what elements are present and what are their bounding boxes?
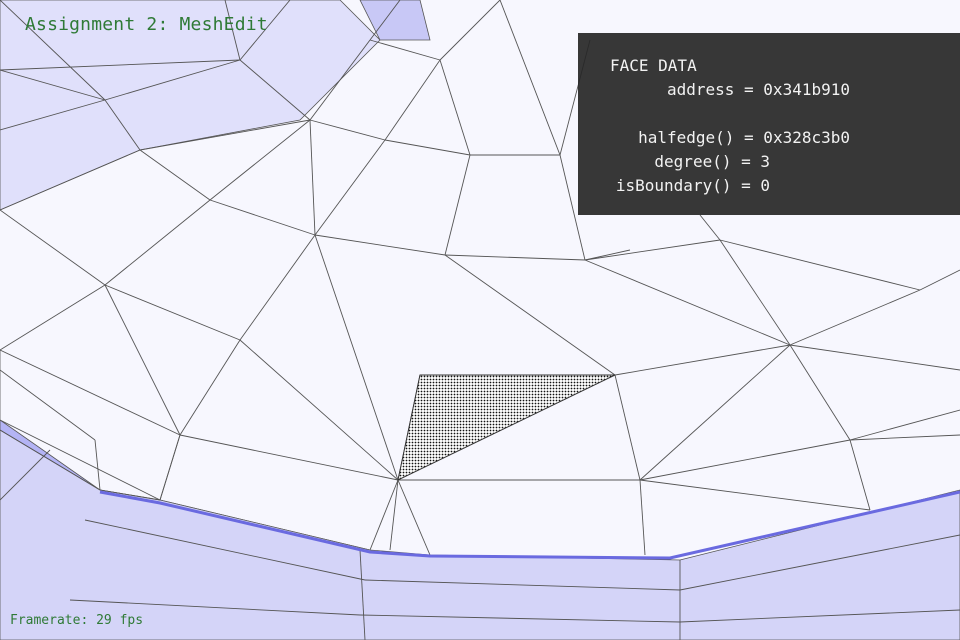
framerate-readout: Framerate: 29 fps [10, 613, 144, 628]
face-halfedge-row: halfedge() = 0x328c3b0 [638, 128, 850, 147]
face-data-panel: FACE DATA address = 0x341b910 halfedge()… [578, 33, 960, 215]
face-data-heading: FACE DATA [610, 56, 697, 75]
face-address-row: address = 0x341b910 [666, 80, 850, 99]
face-isboundary-row: isBoundary() = 0 [615, 176, 770, 195]
face-degree-row: degree() = 3 [654, 152, 770, 171]
app-title: Assignment 2: MeshEdit [25, 14, 268, 35]
face-blank-row [578, 103, 878, 125]
